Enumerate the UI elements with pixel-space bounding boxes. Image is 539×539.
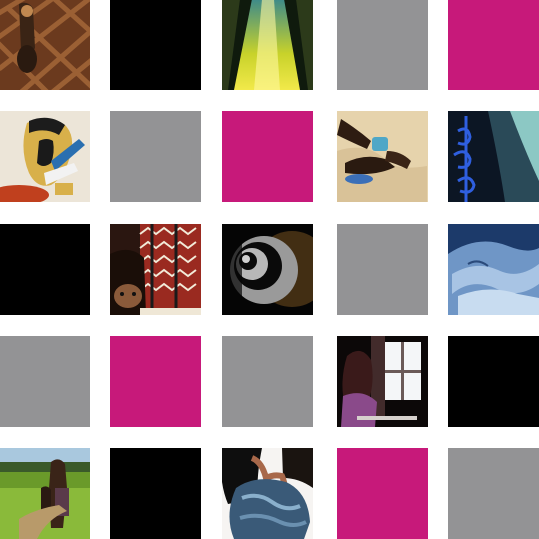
photo-tile-blue-fabric[interactable] <box>448 224 539 315</box>
black-tile[interactable] <box>0 224 90 315</box>
photo-tile-denim-jacket[interactable] <box>222 448 313 539</box>
spiral-shell-image <box>222 224 313 315</box>
denim-jacket-image <box>222 448 313 539</box>
photo-tile-che-painting[interactable] <box>0 111 90 202</box>
light-columns-image <box>222 0 313 90</box>
blue-fabric-image <box>448 224 539 315</box>
pink-tile[interactable] <box>110 336 201 427</box>
photo-tile-child-textile[interactable] <box>110 224 201 315</box>
photo-tile-woman-window[interactable] <box>337 336 428 427</box>
gray-tile[interactable] <box>0 336 90 427</box>
gray-tile[interactable] <box>222 336 313 427</box>
image-mosaic-grid <box>0 0 539 539</box>
gray-tile[interactable] <box>337 0 428 90</box>
photo-tile-spiral-shell[interactable] <box>222 224 313 315</box>
photo-tile-field-people[interactable] <box>0 448 90 539</box>
photo-tile-light-columns[interactable] <box>222 0 313 90</box>
black-tile[interactable] <box>448 336 539 427</box>
black-tile[interactable] <box>110 448 201 539</box>
photo-tile-hands[interactable] <box>337 111 428 202</box>
door-knocker-image <box>0 0 90 90</box>
pink-tile[interactable] <box>337 448 428 539</box>
gray-tile[interactable] <box>337 224 428 315</box>
pink-tile[interactable] <box>222 111 313 202</box>
woman-window-image <box>337 336 428 427</box>
gray-tile[interactable] <box>110 111 201 202</box>
black-tile[interactable] <box>110 0 201 90</box>
blue-ironwork-image <box>448 111 539 202</box>
child-textile-image <box>110 224 201 315</box>
gray-tile[interactable] <box>448 448 539 539</box>
pink-tile[interactable] <box>448 0 539 90</box>
photo-tile-door-knocker[interactable] <box>0 0 90 90</box>
che-painting-image <box>0 111 90 202</box>
field-people-image <box>0 448 90 539</box>
hands-image <box>337 111 428 202</box>
photo-tile-blue-ironwork[interactable] <box>448 111 539 202</box>
